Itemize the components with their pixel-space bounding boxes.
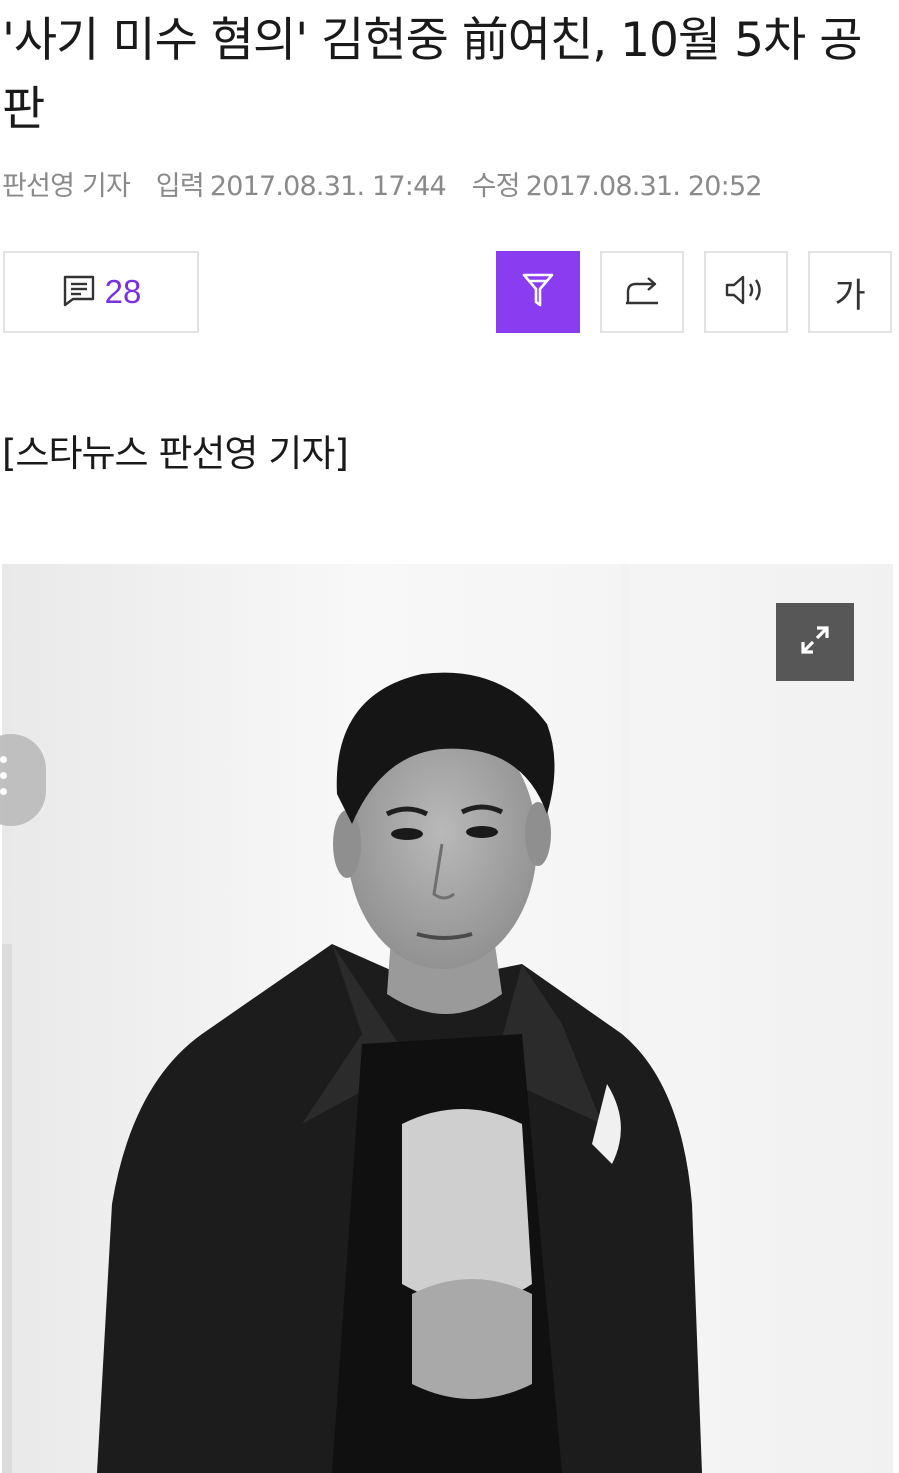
filter-icon [521,271,555,313]
text-to-speech-button[interactable] [704,251,788,333]
comment-count: 28 [104,273,142,310]
filter-button[interactable] [496,251,580,333]
font-size-label: 가 [834,275,866,316]
expand-icon [793,618,837,666]
font-size-button[interactable]: 가 [808,251,892,333]
comment-button[interactable]: 28 [3,251,199,333]
expand-photo-button[interactable] [776,603,854,681]
modified-time: 2017.08.31. 20:52 [525,171,763,202]
article-photo[interactable] [2,564,893,1473]
modified-label: 수정 [471,171,521,202]
more-dots-icon [0,756,8,804]
article-meta: 판선영 기자 입력 2017.08.31. 17:44 수정 2017.08.31.… [2,170,780,204]
article-headline: '사기 미수 혐의' 김현중 前여친, 10월 5차 공판 [2,13,862,137]
share-button[interactable] [600,251,684,333]
share-icon [622,272,662,312]
input-time: 2017.08.31. 17:44 [209,171,447,202]
speaker-icon [723,272,769,312]
input-label: 입력 [155,171,205,202]
reporter-name: 판선영 기자 [2,171,131,202]
article-source-line: [스타뉴스 판선영 기자] [2,432,349,475]
comment-icon [61,272,97,312]
